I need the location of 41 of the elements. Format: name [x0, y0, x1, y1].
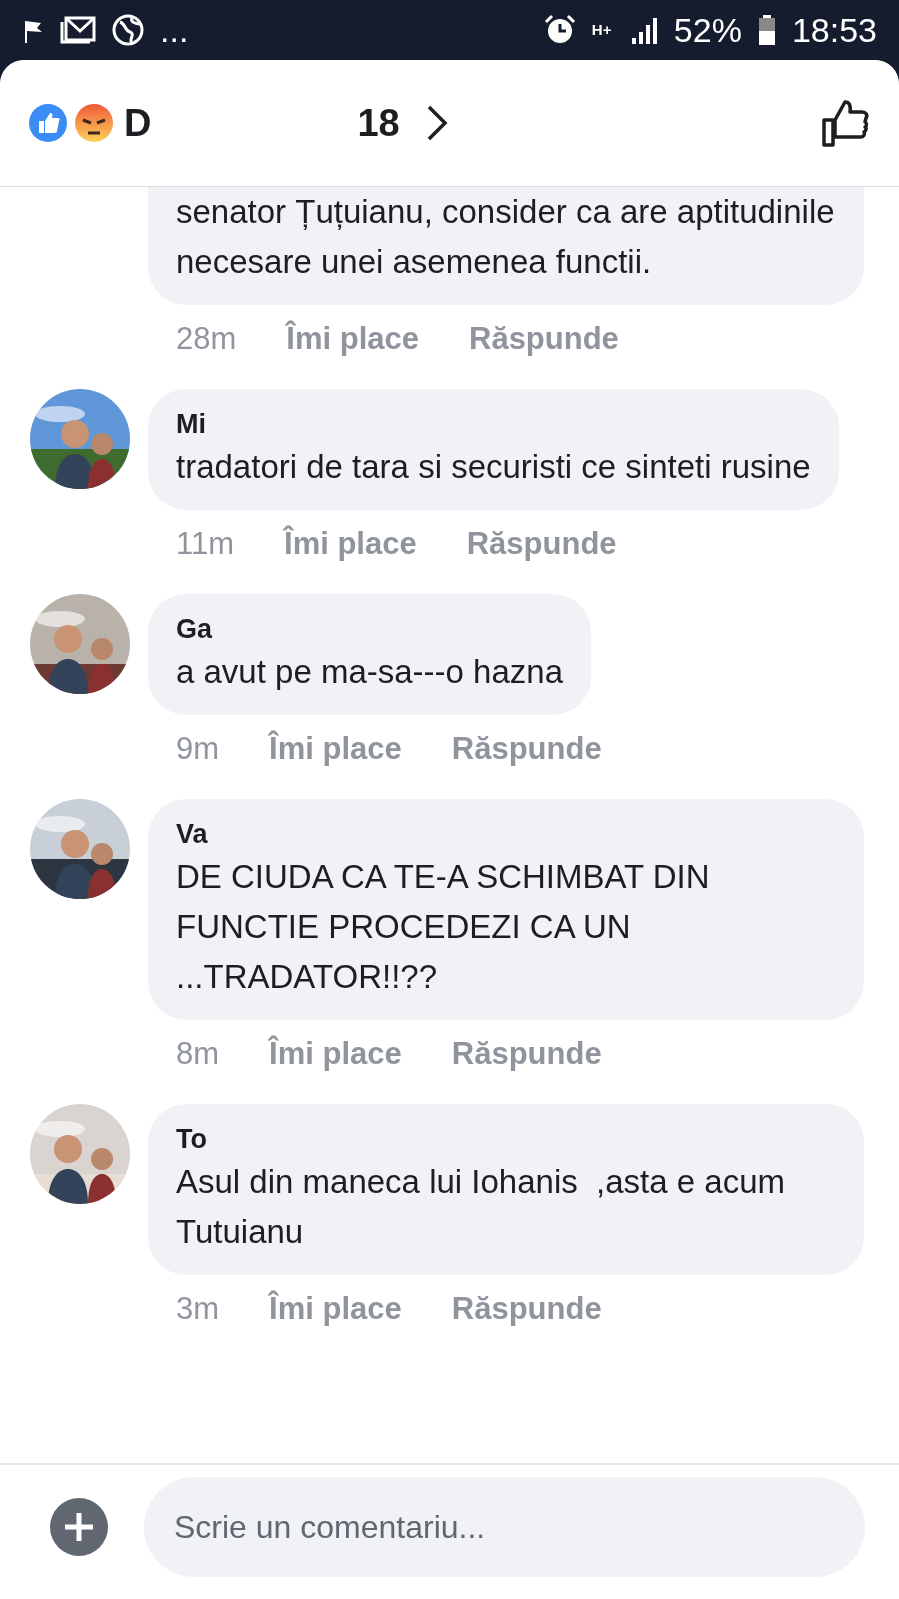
mail-icon — [60, 16, 96, 44]
comment-text: DE CIUDA CA TE-A SCHIMBAT DIN FUNCTIE PROCEDEZI CA UN ...TRADATOR!!?? — [176, 857, 711, 997]
comment-author[interactable]: Ga — [176, 614, 564, 645]
comment-text: tradatori de tara si securisti ce sinteti rusine — [176, 447, 811, 487]
comment-author[interactable]: To — [176, 1124, 836, 1155]
globe-icon — [112, 14, 144, 46]
reply-link[interactable]: Răspunde — [451, 725, 602, 773]
comment-time: 11m — [176, 525, 234, 563]
comment-text: Asul din maneca lui Iohanis ,asta e acum Tutuianu — [176, 1162, 786, 1252]
alarm-clock-icon — [543, 14, 576, 46]
signal-icon — [629, 16, 658, 44]
comment-time: 8m — [176, 1035, 220, 1073]
comment-author[interactable]: Va — [176, 819, 836, 850]
like-link[interactable]: Îmi place — [286, 315, 419, 363]
reply-link[interactable]: Răspunde — [469, 315, 619, 363]
reactor-name[interactable]: D — [124, 101, 152, 145]
like-reaction-icon — [28, 103, 68, 143]
comment-time: 3m — [176, 1290, 220, 1328]
battery-percent: 52% — [673, 10, 742, 50]
comment-author[interactable]: Mi — [176, 409, 811, 440]
like-link[interactable]: Îmi place — [269, 1285, 402, 1333]
comment-text: senator Țuțuianu, consider ca are aptitudinile necesare unei asemenea functii. — [176, 192, 836, 282]
battery-icon — [757, 15, 776, 45]
add-icon[interactable] — [50, 1498, 108, 1556]
chevron-right-icon[interactable] — [425, 104, 448, 142]
clock: 18:53 — [791, 10, 877, 50]
reply-link[interactable]: Răspunde — [466, 520, 617, 568]
reply-link[interactable]: Răspunde — [451, 1030, 602, 1078]
network-type: H+ — [591, 23, 613, 37]
like-link[interactable]: Îmi place — [269, 1030, 402, 1078]
reply-link[interactable]: Răspunde — [451, 1285, 602, 1333]
like-icon[interactable] — [821, 98, 871, 148]
angry-reaction-icon — [74, 103, 114, 143]
comment-time: 28m — [176, 320, 237, 358]
like-link[interactable]: Îmi place — [284, 520, 417, 568]
more-indicator: ... — [160, 10, 189, 50]
comment-input-field[interactable]: Scrie un comentariu... — [144, 1477, 865, 1577]
comment-text: a avut pe ma-sa---o hazna — [176, 652, 564, 692]
comment-time: 9m — [176, 730, 220, 768]
like-link[interactable]: Îmi place — [269, 725, 402, 773]
reaction-count[interactable]: 18 — [357, 101, 400, 145]
